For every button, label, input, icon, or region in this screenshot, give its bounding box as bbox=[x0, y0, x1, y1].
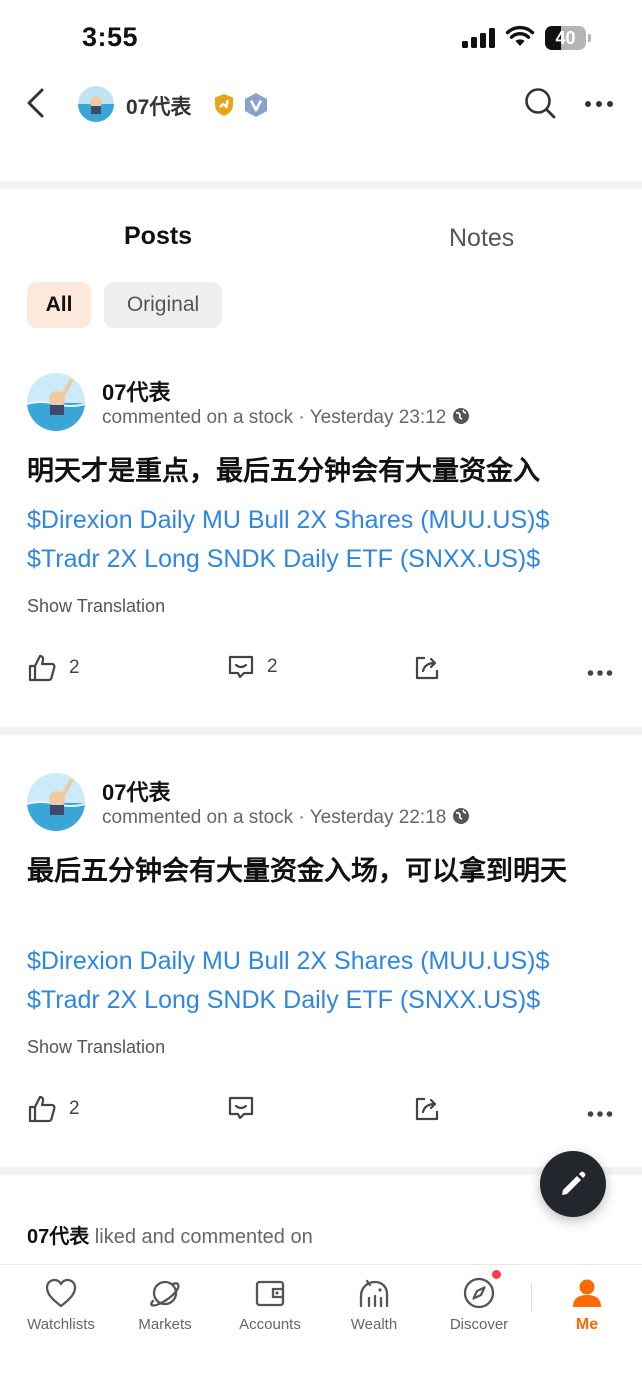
post-avatar[interactable] bbox=[27, 373, 85, 431]
post-actions: 2 2 bbox=[0, 653, 642, 693]
post-title[interactable]: 明天才是重点，最后五分钟会有大量资金入 bbox=[27, 451, 617, 491]
wallet-icon bbox=[255, 1280, 285, 1307]
post-actions: 2 bbox=[0, 1094, 642, 1134]
post-meta-text: commented on a stock · Yesterday 23:12 bbox=[102, 407, 447, 428]
thumbs-up-icon bbox=[28, 654, 56, 682]
battery-level: 40 bbox=[555, 28, 576, 48]
globe-icon bbox=[453, 808, 470, 824]
post-stock-links: $Direxion Daily MU Bull 2X Shares (MUU.U… bbox=[27, 942, 627, 1020]
nav-discover[interactable]: Discover bbox=[429, 1275, 529, 1333]
post-meta: commented on a stock · Yesterday 23:12 bbox=[102, 407, 470, 429]
nav-label: Watchlists bbox=[27, 1316, 95, 1333]
post-more-icon[interactable] bbox=[587, 1110, 613, 1118]
comment-icon bbox=[228, 655, 254, 679]
post-stock-links: $Direxion Daily MU Bull 2X Shares (MUU.U… bbox=[27, 501, 627, 579]
avatar[interactable] bbox=[78, 86, 114, 122]
share-icon bbox=[415, 656, 439, 680]
nav-me[interactable]: Me bbox=[537, 1275, 637, 1334]
post-more-icon[interactable] bbox=[587, 669, 613, 677]
post-title[interactable]: 最后五分钟会有大量资金入场，可以拿到明天 bbox=[27, 851, 617, 891]
post-avatar[interactable] bbox=[27, 773, 85, 831]
vip-badge-icon bbox=[245, 93, 267, 117]
profile-name: 07代表 bbox=[126, 96, 192, 119]
nav-watchlists[interactable]: Watchlists bbox=[11, 1275, 111, 1333]
filter-original[interactable]: Original bbox=[104, 282, 222, 328]
heart-icon bbox=[45, 1278, 77, 1308]
nav-label: Discover bbox=[449, 1316, 509, 1333]
post-author[interactable]: 07代表 bbox=[102, 375, 170, 407]
status-bar: 3:55 40 bbox=[0, 0, 642, 76]
bottom-nav: Watchlists Markets Accounts Wealth Disco… bbox=[0, 1264, 642, 1389]
comment-icon bbox=[228, 1096, 254, 1120]
section-divider bbox=[0, 181, 642, 189]
like-button[interactable]: 2 bbox=[27, 1094, 80, 1124]
nav-label: Wealth bbox=[350, 1316, 398, 1333]
nav-accounts[interactable]: Accounts bbox=[220, 1275, 320, 1333]
nav-markets[interactable]: Markets bbox=[115, 1275, 215, 1333]
comment-button[interactable] bbox=[227, 1094, 267, 1122]
post-card[interactable]: 07代表 commented on a stock · Yesterday 22… bbox=[0, 773, 642, 1163]
pencil-icon bbox=[562, 1171, 586, 1195]
nav-label: Me bbox=[575, 1316, 599, 1333]
stock-link[interactable]: $Tradr 2X Long SNDK Daily ETF (SNXX.US)$ bbox=[27, 981, 627, 1020]
compose-button[interactable] bbox=[540, 1151, 606, 1217]
cellular-signal-icon bbox=[462, 28, 496, 48]
like-button[interactable]: 2 bbox=[27, 653, 80, 683]
stock-link[interactable]: $Direxion Daily MU Bull 2X Shares (MUU.U… bbox=[27, 942, 627, 981]
share-button[interactable] bbox=[413, 653, 441, 681]
wifi-icon bbox=[505, 25, 535, 46]
tab-posts[interactable]: Posts bbox=[124, 222, 192, 251]
globe-icon bbox=[453, 408, 470, 424]
more-options-icon[interactable] bbox=[584, 100, 614, 108]
profile-header: 07代表 bbox=[0, 76, 642, 132]
post-card[interactable]: 07代表 commented on a stock · Yesterday 23… bbox=[0, 373, 642, 713]
post-meta: commented on a stock · Yesterday 22:18 bbox=[102, 807, 470, 829]
show-translation-link[interactable]: Show Translation bbox=[27, 596, 165, 617]
piggy-bank-icon bbox=[359, 1279, 389, 1308]
tab-notes[interactable]: Notes bbox=[449, 224, 514, 253]
section-divider bbox=[0, 727, 642, 735]
activity-line[interactable]: 07代表 liked and commented on bbox=[27, 1220, 313, 1249]
activity-text: liked and commented on bbox=[89, 1226, 313, 1248]
share-button[interactable] bbox=[413, 1094, 441, 1122]
nav-label: Accounts bbox=[239, 1316, 301, 1333]
filter-all[interactable]: All bbox=[27, 282, 91, 328]
nav-wealth[interactable]: Wealth bbox=[324, 1275, 424, 1333]
content-tabs: Posts Notes bbox=[0, 220, 642, 260]
planet-icon bbox=[150, 1280, 180, 1307]
post-meta-text: commented on a stock · Yesterday 22:18 bbox=[102, 807, 447, 828]
activity-author: 07代表 bbox=[27, 1226, 90, 1248]
battery-icon: 40 bbox=[545, 26, 591, 50]
stock-link[interactable]: $Direxion Daily MU Bull 2X Shares (MUU.U… bbox=[27, 501, 627, 540]
share-icon bbox=[415, 1097, 439, 1121]
show-translation-link[interactable]: Show Translation bbox=[27, 1037, 165, 1058]
person-icon bbox=[573, 1279, 601, 1307]
status-time: 3:55 bbox=[82, 22, 139, 52]
like-count: 2 bbox=[69, 657, 80, 678]
nav-label: Markets bbox=[138, 1316, 192, 1333]
comment-count: 2 bbox=[267, 656, 278, 677]
comment-button[interactable]: 2 bbox=[227, 653, 278, 681]
stock-link[interactable]: $Tradr 2X Long SNDK Daily ETF (SNXX.US)$ bbox=[27, 540, 627, 579]
nav-divider bbox=[531, 1283, 532, 1311]
verified-shield-icon bbox=[215, 94, 233, 116]
compass-icon bbox=[463, 1277, 495, 1309]
search-icon[interactable] bbox=[523, 86, 557, 120]
post-author[interactable]: 07代表 bbox=[102, 775, 170, 807]
thumbs-up-icon bbox=[28, 1095, 56, 1123]
notification-dot bbox=[492, 1270, 501, 1279]
back-icon[interactable] bbox=[22, 86, 48, 120]
like-count: 2 bbox=[69, 1098, 80, 1119]
